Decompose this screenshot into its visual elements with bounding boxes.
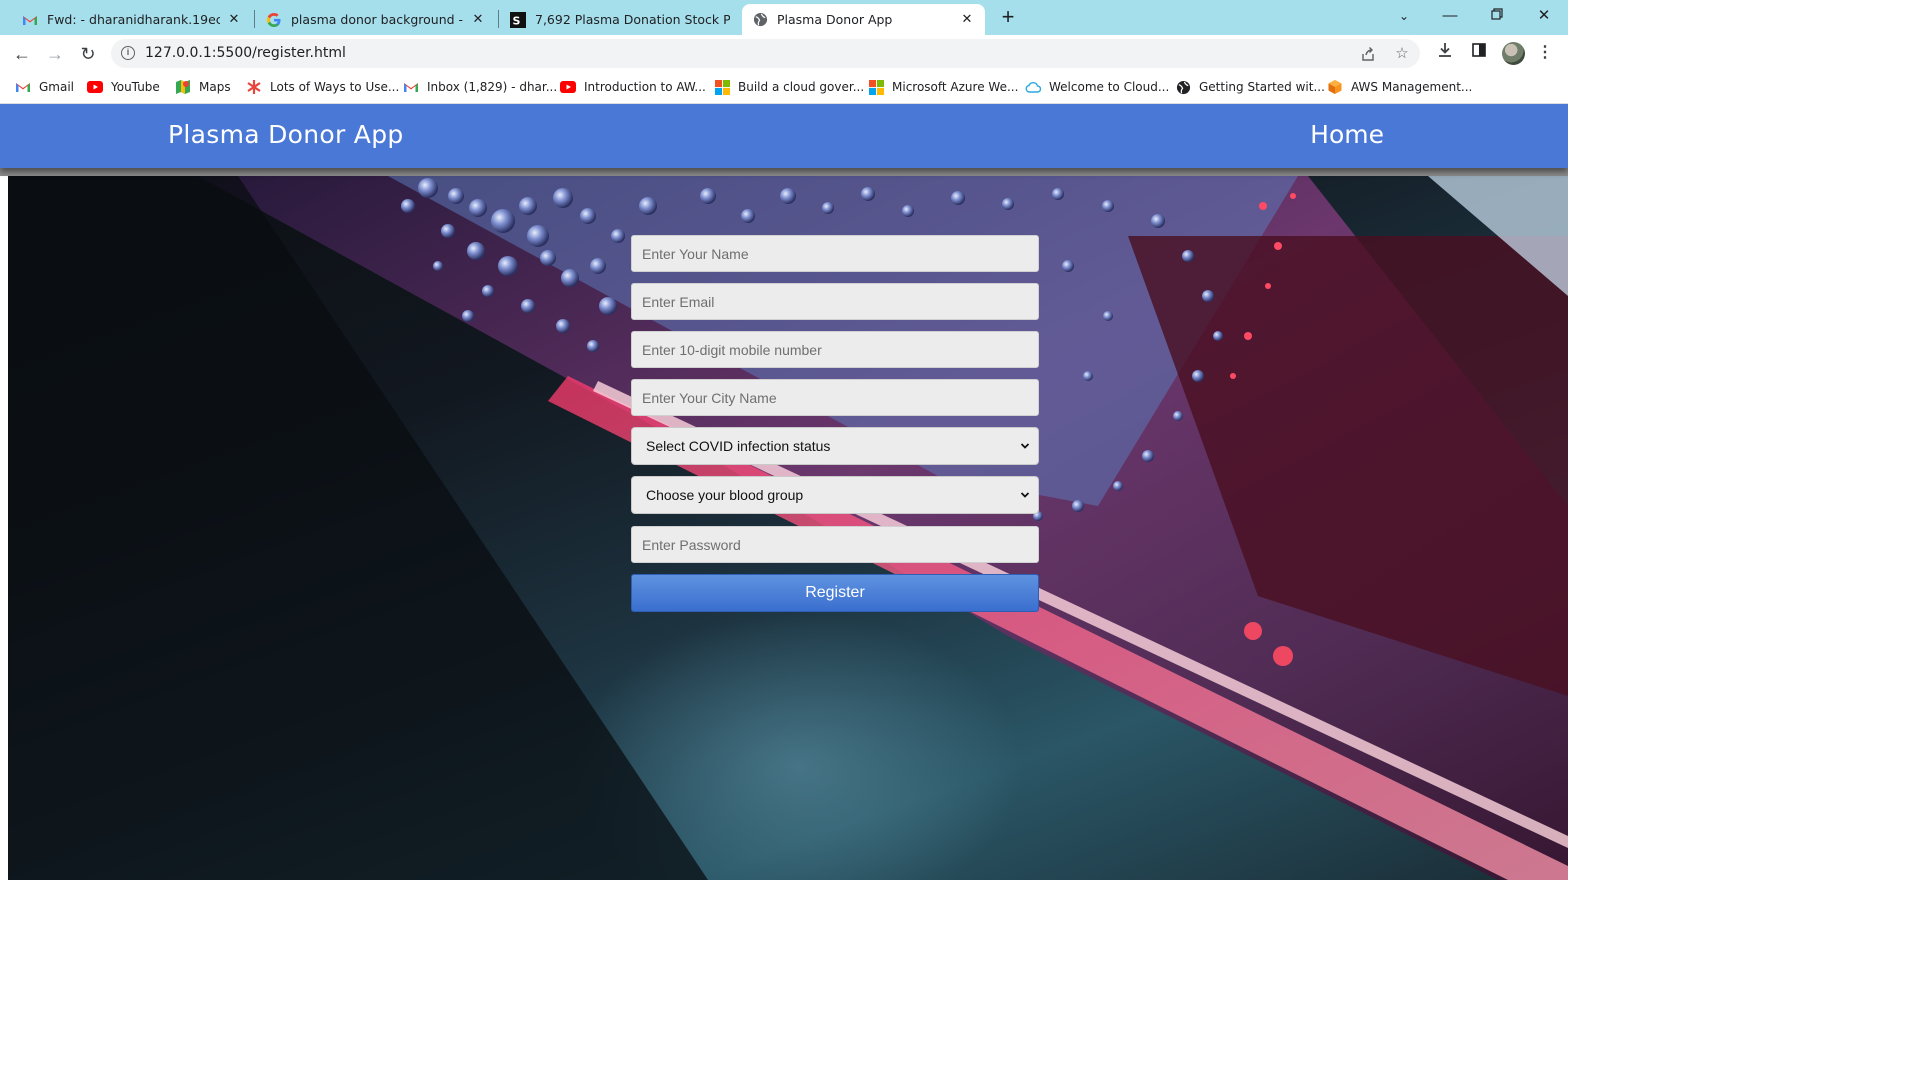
new-tab-plus-icon[interactable]: + [997,6,1019,28]
bookmark-build-cloud[interactable]: Build a cloud gover... [714,79,864,95]
bookmark-inbox[interactable]: Inbox (1,829) - dhar... [403,79,557,95]
register-button[interactable]: Register [631,574,1039,612]
email-input[interactable] [631,283,1039,320]
blood-group-select-value: Choose your blood group [646,487,804,503]
tab-title: Plasma Donor App [777,12,893,27]
web-page: Plasma Donor App Home Enter Your Name En… [0,104,1568,882]
app-navbar: Plasma Donor App Home [0,104,1568,168]
close-icon[interactable]: ✕ [959,12,975,27]
page-bottom-edge [0,880,1568,882]
youtube-icon [560,79,576,95]
password-input[interactable] [631,526,1039,563]
tab-gmail-fwd[interactable]: Fwd: - dharanidharank.19ece@kc ✕ [12,4,252,35]
bookmark-welcome-cloud[interactable]: Welcome to Cloud... [1025,79,1169,95]
aws-cube-icon [1327,79,1343,95]
close-icon[interactable]: ✕ [470,12,486,27]
site-info-icon[interactable]: i [121,46,135,60]
asterisk-icon [246,79,262,95]
bookmark-aws-management[interactable]: AWS Management... [1327,79,1472,95]
app-brand[interactable]: Plasma Donor App [168,120,404,149]
forward-arrow-icon[interactable]: → [44,43,66,65]
bookmark-maps[interactable]: Maps [175,79,231,95]
chevron-down-icon [1020,492,1030,498]
blood-group-select[interactable]: Choose your blood group [631,476,1039,514]
bookmark-label: Introduction to AW... [584,80,706,94]
profile-avatar[interactable] [1502,42,1525,65]
navbar-divider [0,168,1568,176]
city-input[interactable] [631,379,1039,416]
gmail-icon [15,79,31,95]
bookmark-label: Microsoft Azure We... [892,80,1019,94]
gmail-icon [22,12,38,28]
bookmark-label: Getting Started wit... [1199,80,1325,94]
tab-title: 7,692 Plasma Donation Stock Pho [535,12,730,27]
bookmark-label: Gmail [39,80,75,94]
reload-icon[interactable]: ↻ [77,43,99,65]
bookmark-label: AWS Management... [1351,80,1473,94]
maps-icon [175,79,191,95]
minimize-icon[interactable]: — [1439,6,1461,26]
more-menu-icon[interactable]: ⋮ [1534,42,1556,64]
close-icon[interactable]: ✕ [226,12,242,27]
restore-icon[interactable] [1486,6,1508,26]
share-icon[interactable] [1360,46,1376,62]
bookmark-azure[interactable]: Microsoft Azure We... [868,79,1018,95]
google-icon [266,12,282,28]
browser-tab-strip: Fwd: - dharanidharank.19ece@kc ✕ plasma … [0,0,1568,35]
bookmark-label: Inbox (1,829) - dhar... [427,80,558,94]
tab-search-chevron-icon[interactable]: ⌄ [1393,6,1415,26]
covid-status-select[interactable]: Select COVID infection status [631,427,1039,465]
tab-title: Fwd: - dharanidharank.19ece@kc [47,12,220,27]
bookmark-lots-of-ways[interactable]: Lots of Ways to Use... [246,79,399,95]
back-arrow-icon[interactable]: ← [11,43,33,65]
svg-text:S: S [513,14,521,27]
tab-separator [254,10,255,28]
bookmark-getting-started[interactable]: Getting Started wit... [1175,79,1325,95]
close-window-icon[interactable]: ✕ [1533,6,1555,26]
shutterstock-icon: S [510,11,526,28]
tab-plasma-donor-app[interactable]: Plasma Donor App ✕ [742,4,985,35]
microsoft-icon [714,79,730,95]
mobile-input[interactable] [631,331,1039,368]
bookmark-label: Lots of Ways to Use... [270,80,400,94]
bookmark-youtube[interactable]: YouTube [87,79,160,95]
bookmark-intro-aws[interactable]: Introduction to AW... [560,79,706,95]
youtube-icon [87,79,103,95]
tab-google-search[interactable]: plasma donor background - Goo ✕ [256,4,496,35]
bookmarks-bar: Gmail YouTube Maps Lots of Ways to Use..… [0,72,1568,104]
tab-separator [498,10,499,28]
tab-title: plasma donor background - Goo [291,12,464,27]
bookmark-star-icon[interactable]: ☆ [1394,46,1410,62]
tab-shutterstock[interactable]: S 7,692 Plasma Donation Stock Pho [500,4,740,35]
name-input[interactable] [631,235,1039,272]
nav-home-link[interactable]: Home [1310,120,1384,149]
bookmark-label: YouTube [111,80,160,94]
bookmark-gmail[interactable]: Gmail [15,79,74,95]
browser-toolbar: ← → ↻ i 127.0.0.1:5500/register.html ☆ ⋮ [0,35,1568,72]
cloud-icon [1025,79,1041,95]
microsoft-icon [868,79,884,95]
globe-icon [752,12,768,28]
covid-status-select-value: Select COVID infection status [646,438,831,454]
bookmark-label: Welcome to Cloud... [1049,80,1170,94]
globe-icon [1175,79,1191,95]
url-text: 127.0.0.1:5500/register.html [145,45,346,61]
address-bar[interactable]: i 127.0.0.1:5500/register.html ☆ [111,39,1420,68]
bookmark-label: Build a cloud gover... [738,80,865,94]
side-panel-icon[interactable] [1468,42,1490,64]
download-icon[interactable] [1434,42,1456,64]
chevron-down-icon [1020,443,1030,449]
bookmark-label: Maps [199,80,231,94]
gmail-icon [403,79,419,95]
